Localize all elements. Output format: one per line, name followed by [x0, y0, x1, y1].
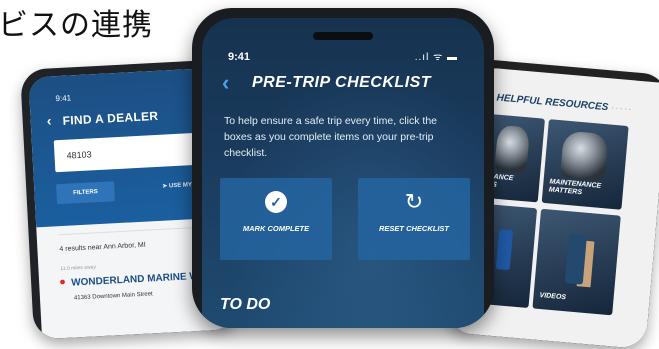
check-circle-icon: ✓: [265, 191, 287, 213]
mark-complete-label: MARK COMPLETE: [242, 224, 310, 233]
dynamic-island: [313, 32, 373, 40]
product-bottle-image: [495, 229, 514, 271]
resource-tile-videos[interactable]: VIDEOS: [532, 208, 621, 316]
outboard-engine-image: [559, 130, 609, 182]
helpful-resources-label: HELPFUL RESOURCES: [496, 92, 609, 114]
checklist-screen: 9:41 ..ıl ᯤ ▬ ‹ PRE-TRIP CHECKLIST To he…: [202, 18, 484, 328]
title-dots: ·····: [610, 102, 634, 116]
mark-complete-button[interactable]: ✓ MARK COMPLETE: [220, 178, 332, 260]
resource-tile-maintenance-matters[interactable]: MAINTENANCE MATTERS: [541, 119, 629, 210]
refresh-icon: ↻: [404, 189, 424, 214]
checklist-phone: 9:41 ..ıl ᯤ ▬ ‹ PRE-TRIP CHECKLIST To he…: [192, 8, 494, 328]
dealer-address: 41363 Downtown Main Street: [73, 291, 153, 302]
results-count: 4 results near Ann Arbor, MI: [59, 241, 146, 254]
map-pin-icon: ●: [58, 275, 67, 289]
todo-heading: TO DO: [220, 296, 271, 313]
checklist-intro-text: To help ensure a safe trip every time, c…: [224, 115, 438, 159]
use-my-location-label: USE MY: [168, 182, 193, 190]
back-chevron-icon[interactable]: ‹: [222, 70, 229, 96]
status-icons: ..ıl ᯤ ▬: [414, 52, 458, 63]
tile-caption: VIDEOS: [539, 292, 567, 302]
pre-trip-checklist-title: PRE-TRIP CHECKLIST: [252, 74, 432, 91]
dealer-name-link[interactable]: WONDERLAND MARINE W: [71, 271, 199, 289]
reset-checklist-button[interactable]: ↻ RESET CHECKLIST: [358, 178, 470, 260]
status-time: 9:41: [228, 51, 251, 63]
back-chevron-icon[interactable]: ‹: [46, 112, 52, 128]
page-heading: ビスの連携: [0, 8, 153, 43]
status-time: 9:41: [55, 93, 72, 104]
outboard-engine-image: [493, 124, 531, 175]
dealer-distance: 11.0 miles away: [60, 264, 97, 273]
reset-checklist-label: RESET CHECKLIST: [378, 224, 449, 233]
tile-caption: MAINTENANCE MATTERS: [548, 177, 602, 197]
product-bottle-image: [564, 233, 588, 285]
helpful-resources-title: HELPFUL RESOURCES ·····: [496, 92, 633, 115]
filters-button[interactable]: FILTERS: [56, 181, 115, 205]
